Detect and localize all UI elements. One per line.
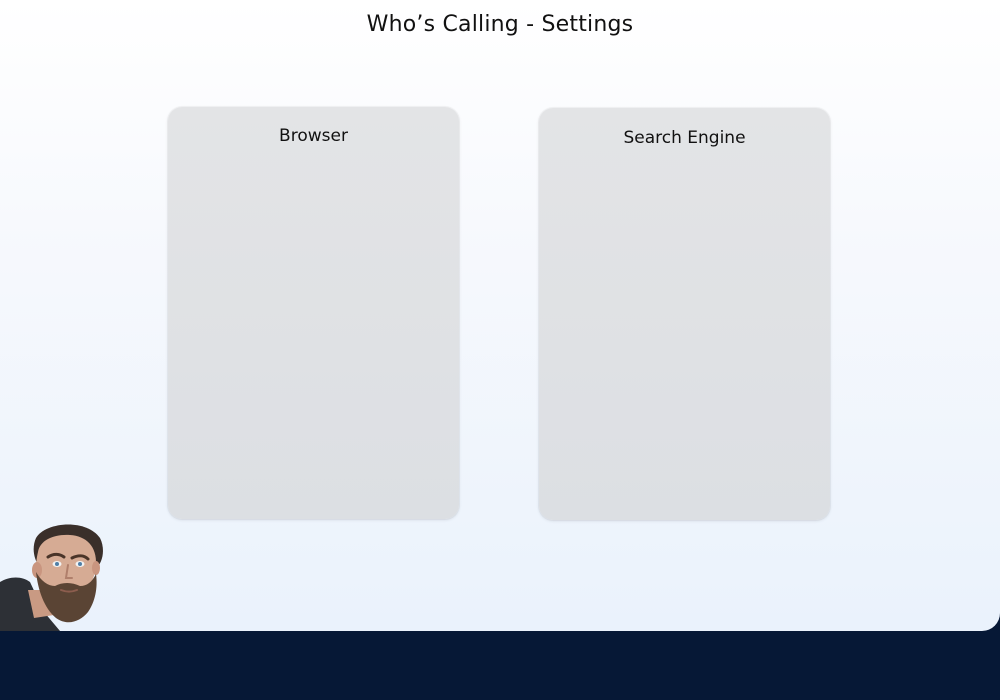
search-engine-panel[interactable]: Search Engine [539,108,830,520]
window-title: Who’s Calling - Settings [366,12,634,37]
bottom-bar [0,631,1000,700]
settings-window: Who’s Calling - Settings Browser Search … [0,0,1000,631]
right-ear [92,561,100,575]
search-engine-panel-title: Search Engine [623,128,746,148]
browser-panel[interactable]: Browser [168,107,459,519]
browser-panel-title: Browser [279,126,348,146]
presenter-avatar [0,524,103,631]
